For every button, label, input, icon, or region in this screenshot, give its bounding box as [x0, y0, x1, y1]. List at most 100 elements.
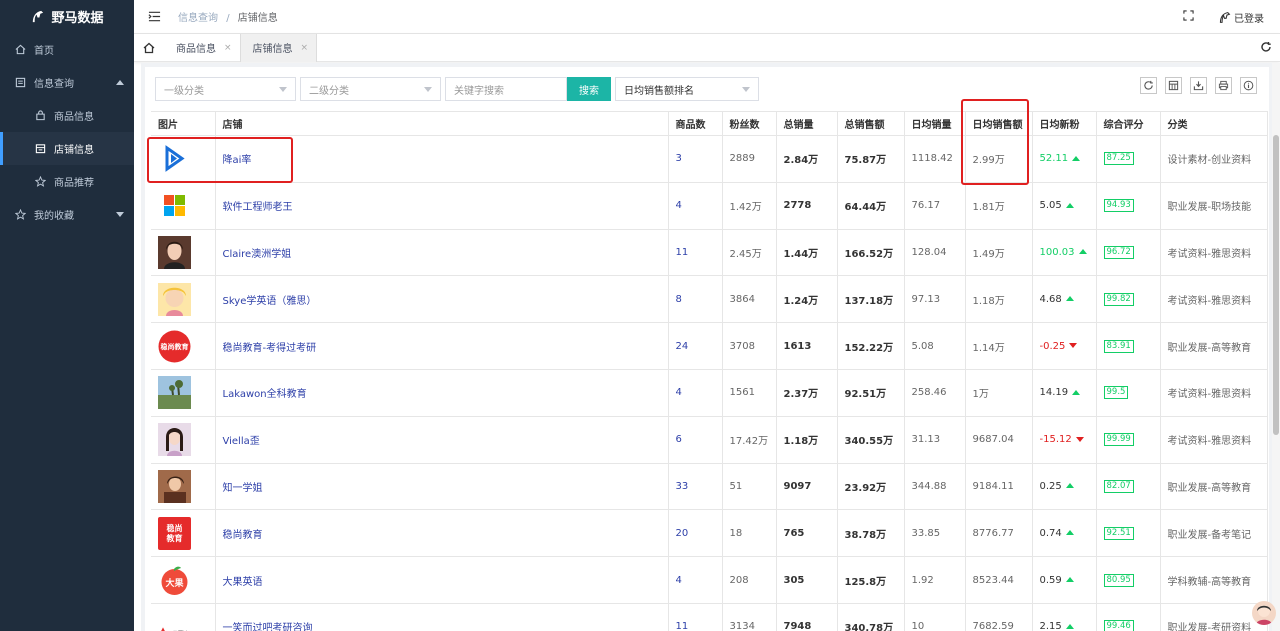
avatar[interactable] [1252, 601, 1276, 625]
fullscreen-icon[interactable] [1183, 10, 1194, 24]
col-header-score[interactable]: 综合评分 [1096, 111, 1161, 136]
table-row[interactable]: 软件工程师老王 4 1.42万 2778 64.44万 76.17 1.81万 5.05 94.… [151, 182, 1268, 230]
hamburger-icon[interactable] [148, 10, 162, 24]
score-badge: 94.93 [1103, 199, 1134, 213]
fans-cell: 17.42万 [722, 416, 777, 464]
sidebar-item-home[interactable]: 首页 [0, 33, 134, 66]
sort-select[interactable]: 日均销售额排名 [615, 77, 759, 101]
col-header-total-revenue[interactable]: 总销售额 [837, 111, 905, 136]
print-icon[interactable] [1215, 77, 1232, 94]
daily-revenue-cell: 7682.59 [965, 603, 1033, 631]
new-fans-value: 0.74 [1039, 527, 1062, 539]
keyword-input[interactable]: 关键字搜索 [445, 77, 567, 101]
close-icon[interactable]: × [301, 43, 309, 53]
col-header-daily-sales[interactable]: 日均销量 [904, 111, 966, 136]
shop-thumbnail[interactable] [151, 416, 216, 464]
shop-thumbnail[interactable]: 稳尚教育 [151, 322, 216, 370]
shop-name-link[interactable]: 大果英语 [215, 556, 669, 604]
daily-sales-cell: 31.13 [904, 416, 966, 464]
refresh-icon[interactable] [1140, 77, 1157, 94]
info-icon[interactable] [1240, 77, 1257, 94]
login-status[interactable]: 已登录 [1218, 10, 1264, 25]
table-row[interactable]: 稳尚教育 稳尚教育-考得过考研 24 3708 1613 152.22万 5.08 1.14万… [151, 322, 1268, 370]
col-header-total-sales[interactable]: 总销量 [776, 111, 838, 136]
fans-cell: 1561 [722, 369, 777, 417]
columns-icon[interactable] [1165, 77, 1182, 94]
score-cell: 82.07 [1096, 463, 1161, 511]
product-count-link[interactable]: 33 [668, 463, 723, 511]
shop-thumbnail[interactable] [151, 275, 216, 324]
table-row[interactable]: Viella歪 6 17.42万 1.18万 340.55万 31.13 9687.04 -1… [151, 416, 1268, 464]
daily-new-fans-cell: 0.25 [1032, 463, 1097, 511]
table-row[interactable]: 大果 大果英语 4 208 305 125.8万 1.92 8523.44 0.59 80.95 学… [151, 556, 1268, 604]
home-tag-icon[interactable] [134, 34, 164, 62]
category2-select[interactable]: 二级分类 [300, 77, 441, 101]
shop-name-link[interactable]: Viella歪 [215, 416, 669, 464]
sidebar-item-store-info[interactable]: 店铺信息 [0, 132, 134, 165]
shop-thumbnail[interactable] [151, 229, 216, 277]
score-cell: 87.25 [1096, 135, 1161, 183]
shop-thumbnail[interactable] [151, 369, 216, 417]
sidebar-item-info-query[interactable]: 信息查询 [0, 66, 134, 99]
close-icon[interactable]: × [224, 43, 232, 53]
total-revenue-cell: 23.92万 [837, 463, 905, 511]
product-count-link[interactable]: 6 [668, 416, 723, 464]
scrollbar[interactable] [1272, 63, 1280, 631]
product-count-link[interactable]: 24 [668, 322, 723, 370]
category-cell: 职业发展-职场技能 [1160, 182, 1268, 230]
tag-store-info[interactable]: 店铺信息 × [239, 33, 318, 62]
product-count-link[interactable]: 11 [668, 229, 723, 277]
product-count-link[interactable]: 11 [668, 603, 723, 631]
product-count-link[interactable]: 4 [668, 182, 723, 230]
sidebar-item-product-recommend[interactable]: 商品推荐 [0, 165, 134, 198]
shop-name-link[interactable]: 稳尚教育 [215, 509, 669, 558]
new-fans-value: 5.05 [1039, 200, 1062, 212]
col-header-fans[interactable]: 粉丝数 [722, 111, 777, 136]
table-row[interactable]: 一笑而过一笑而过吧考研咨询1131347948340.78万107682.59 2… [151, 603, 1268, 631]
breadcrumb-root[interactable]: 信息查询 [178, 13, 218, 24]
shop-thumbnail[interactable] [151, 463, 216, 511]
sidebar-item-label: 首页 [34, 46, 54, 57]
table-row[interactable]: 降ai率 3 2889 2.84万 75.87万 1118.42 2.99万 52.11 87.… [151, 135, 1268, 183]
daily-revenue-cell: 1.18万 [965, 275, 1033, 324]
score-badge: 99.99 [1103, 433, 1134, 447]
export-icon[interactable] [1190, 77, 1207, 94]
shop-name-link[interactable]: 稳尚教育-考得过考研 [215, 322, 669, 370]
shop-name-link[interactable]: Skye学英语（雅思） [215, 275, 669, 324]
table-row[interactable]: Claire澳洲学姐 11 2.45万 1.44万 166.52万 128.04 1.49万… [151, 229, 1268, 277]
product-count-link[interactable]: 3 [668, 135, 723, 183]
col-header-daily-new-fans[interactable]: 日均新粉 [1032, 111, 1097, 136]
category-cell: 考试资料-雅思资料 [1160, 275, 1268, 324]
category1-select[interactable]: 一级分类 [155, 77, 296, 101]
product-count-link[interactable]: 4 [668, 369, 723, 417]
table-row[interactable]: 知一学姐 33 51 9097 23.92万 344.88 9184.11 0.25 82.07… [151, 463, 1268, 511]
shop-name-link[interactable]: Claire澳洲学姐 [215, 229, 669, 277]
shop-thumbnail[interactable]: 一笑而过 [151, 603, 216, 631]
daily-revenue-cell: 1.49万 [965, 229, 1033, 277]
shop-name-link[interactable]: Lakawon全科教育 [215, 369, 669, 417]
tag-product-info[interactable]: 商品信息 × [164, 34, 240, 62]
shop-thumbnail[interactable]: 大果 [151, 556, 216, 604]
product-count-link[interactable]: 8 [668, 275, 723, 324]
shop-name-link[interactable]: 一笑而过吧考研咨询 [215, 603, 669, 631]
app-logo[interactable]: 野马数据 [0, 0, 134, 33]
breadcrumb: 信息查询 / 店铺信息 [178, 9, 278, 24]
shop-thumbnail[interactable]: 稳尚教育 [151, 509, 216, 558]
product-count-link[interactable]: 4 [668, 556, 723, 604]
daily-revenue-cell: 1.14万 [965, 322, 1033, 370]
scrollbar-thumb[interactable] [1273, 135, 1279, 435]
shop-thumbnail[interactable] [151, 182, 216, 230]
shop-name-link[interactable]: 知一学姐 [215, 463, 669, 511]
new-fans-value: 4.68 [1039, 293, 1062, 305]
shop-name-link[interactable]: 软件工程师老王 [215, 182, 669, 230]
search-button[interactable]: 搜索 [567, 77, 611, 101]
table-row[interactable]: Lakawon全科教育 4 1561 2.37万 92.51万 258.46 1万 14.19… [151, 369, 1268, 417]
score-badge: 99.5 [1103, 386, 1129, 400]
product-count-link[interactable]: 20 [668, 509, 723, 558]
table-row[interactable]: Skye学英语（雅思） 8 3864 1.24万 137.18万 97.13 1.18万 4.… [151, 275, 1268, 324]
sidebar-item-product-info[interactable]: 商品信息 [0, 99, 134, 132]
col-header-products[interactable]: 商品数 [668, 111, 723, 136]
table-row[interactable]: 稳尚 教育 稳尚教育 20 18 765 38.78万 33.85 8776.77 0.74 92.… [151, 509, 1268, 558]
refresh-tags-icon[interactable] [1260, 41, 1272, 56]
sidebar-item-favorites[interactable]: 我的收藏 [0, 198, 134, 231]
